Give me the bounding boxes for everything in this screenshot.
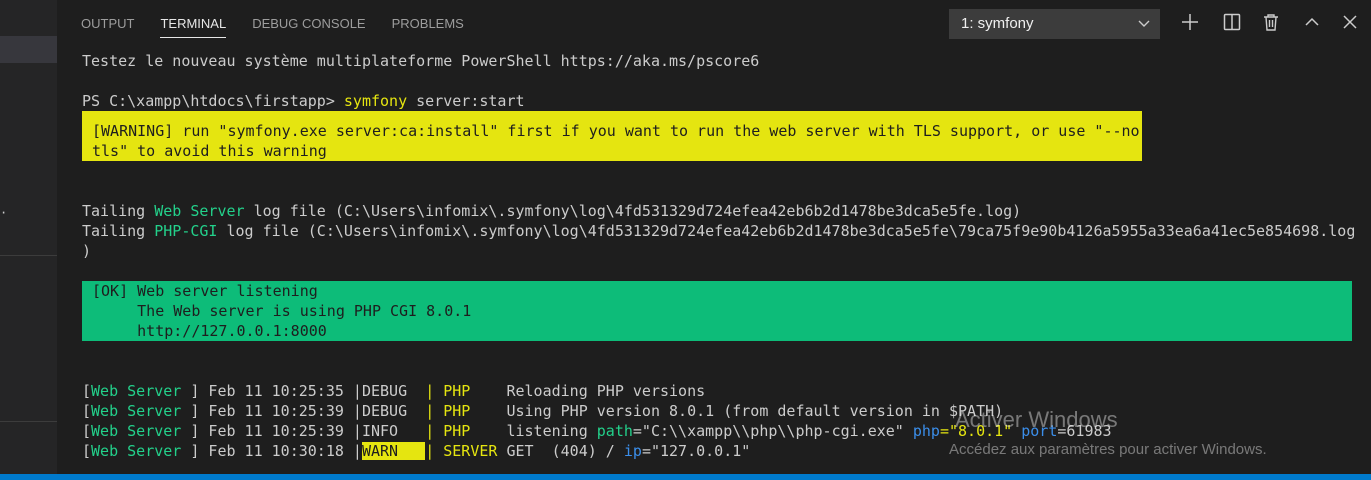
log-pad [398, 422, 425, 440]
log-time: ] Feb 11 10:25:39 | [181, 402, 362, 420]
ok-line: http://127.0.0.1:8000 [92, 322, 327, 340]
log-message: listening [506, 422, 597, 440]
sidebar-divider [0, 421, 57, 422]
tail-line-cont: ) [82, 242, 92, 260]
trash-icon[interactable] [1261, 12, 1281, 32]
log-line: [Web Server ] Feb 11 10:25:39 |INFO | PH… [82, 422, 1112, 440]
log-level: DEBUG [361, 382, 408, 400]
chevron-up-icon[interactable] [1302, 12, 1322, 32]
log-level: DEBUG [361, 402, 408, 420]
log-value: ="127.0.0.1" [641, 442, 751, 460]
close-icon[interactable] [1340, 12, 1360, 32]
terminal-intro: Testez le nouveau système multiplateform… [82, 52, 760, 70]
sidebar-divider [0, 255, 57, 256]
tail-line: Tailing PHP-CGI log file (C:\Users\infom… [82, 221, 1371, 241]
ok-box: [OK] Web server listening The Web server… [82, 281, 1352, 341]
log-separator: | [425, 442, 444, 460]
tab-debug-console[interactable]: DEBUG CONSOLE [252, 0, 365, 48]
tail-source: Web Server [154, 202, 245, 220]
log-key: ip [623, 442, 642, 460]
tab-output[interactable]: OUTPUT [81, 0, 134, 48]
log-pad [398, 442, 426, 460]
ok-line: The Web server is using PHP CGI 8.0.1 [92, 302, 472, 320]
ok-line: [OK] Web server listening [92, 282, 318, 300]
log-key: php [912, 422, 940, 440]
log-time: ] Feb 11 10:30:18 | [181, 442, 362, 460]
tab-terminal[interactable]: TERMINAL [160, 0, 226, 48]
log-line: [Web Server ] Feb 11 10:25:35 |DEBUG | P… [82, 382, 706, 400]
log-source: Web Server [91, 422, 182, 440]
log-level: INFO [361, 422, 399, 440]
prompt: PS C:\xampp\htdocs\firstapp> [82, 92, 344, 110]
panel-tabs: OUTPUT TERMINAL DEBUG CONSOLE PROBLEMS [81, 0, 464, 48]
log-separator: | [425, 402, 444, 420]
terminal-panel: OUTPUT TERMINAL DEBUG CONSOLE PROBLEMS 1… [57, 0, 1371, 474]
terminal-output[interactable]: Testez le nouveau système multiplateform… [82, 51, 1371, 461]
log-pad [470, 422, 506, 440]
log-message: Reloading PHP versions [506, 382, 706, 400]
log-time: ] Feb 11 10:25:35 | [181, 382, 362, 400]
log-source: Web Server [91, 382, 182, 400]
log-pad [407, 382, 425, 400]
log-time: ] Feb 11 10:25:39 | [181, 422, 362, 440]
tab-problems[interactable]: PROBLEMS [392, 0, 464, 48]
log-channel: PHP [443, 382, 471, 400]
log-message: GET (404) / [506, 442, 624, 460]
tail-source: PHP-CGI [154, 222, 218, 240]
tail-prefix: Tailing [82, 222, 155, 240]
log-line: [Web Server ] Feb 11 10:25:39 |DEBUG | P… [82, 402, 1004, 420]
terminal-select-value: 1: symfony [961, 15, 1034, 32]
log-separator: | [425, 382, 444, 400]
sidebar-selected-item[interactable] [0, 36, 57, 63]
warning-line: [WARNING] run "symfony.exe server:ca:ins… [92, 122, 1149, 140]
tail-line: Tailing Web Server log file (C:\Users\in… [82, 201, 1371, 221]
chevron-down-icon [1138, 20, 1150, 27]
tail-prefix: Tailing [82, 202, 155, 220]
prompt-line: PS C:\xampp\htdocs\firstapp> symfony ser… [82, 91, 1371, 111]
log-pad [470, 382, 506, 400]
log-channel: PHP [443, 422, 471, 440]
log-source: Web Server [91, 442, 182, 460]
status-bar [0, 474, 1371, 480]
watermark-subtitle: Accédez aux paramètres pour activer Wind… [949, 441, 1267, 458]
sidebar-marker: · [0, 206, 8, 220]
log-pad [470, 402, 506, 420]
log-channel: SERVER [443, 442, 498, 460]
plus-icon[interactable] [1180, 12, 1200, 32]
log-channel: PHP [443, 402, 471, 420]
log-message: Using PHP version 8.0.1 (from default ve… [506, 402, 1004, 420]
log-source: Web Server [91, 402, 182, 420]
log-value: ="C:\\xampp\\php\\php-cgi.exe" [632, 422, 913, 440]
log-pad [407, 402, 425, 420]
split-icon[interactable] [1222, 12, 1242, 32]
log-level-warn: WARN [361, 442, 399, 460]
command-name: symfony [343, 92, 408, 110]
terminal-select[interactable]: 1: symfony [949, 9, 1160, 39]
tail-path: log file (C:\Users\infomix\.symfony\log\… [244, 202, 1022, 220]
log-separator: | [425, 422, 444, 440]
watermark-title: Activer Windows [955, 407, 1118, 432]
tail-path: log file (C:\Users\infomix\.symfony\log\… [217, 222, 1356, 240]
log-key: path [596, 422, 633, 440]
side-bar: · [0, 0, 57, 474]
command-args: server:start [407, 92, 525, 110]
warning-box: [WARNING] run "symfony.exe server:ca:ins… [82, 111, 1149, 161]
warning-line: tls" to avoid this warning [92, 142, 327, 160]
